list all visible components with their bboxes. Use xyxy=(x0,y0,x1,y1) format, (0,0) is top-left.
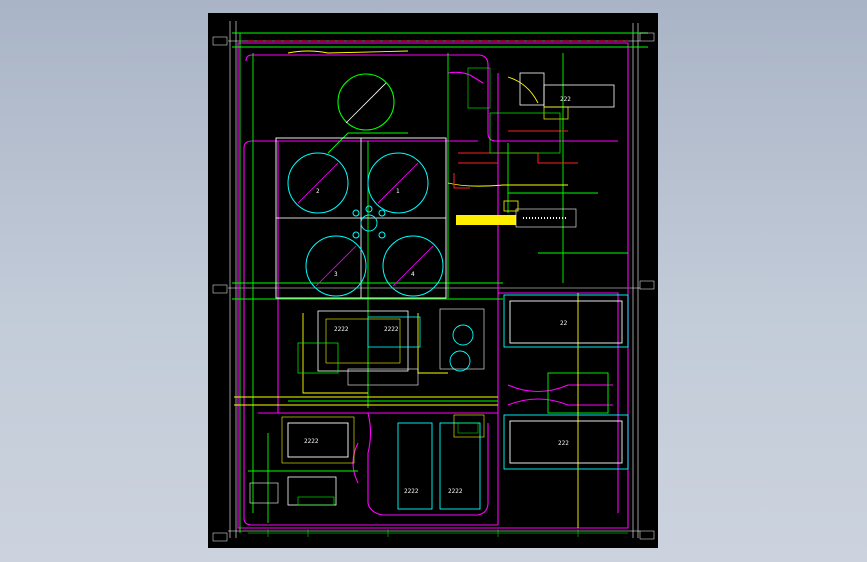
process-pipes-yellow xyxy=(234,50,579,528)
dimension-ticks xyxy=(248,529,628,537)
building-label: 222 xyxy=(560,96,571,103)
process-buildings xyxy=(297,308,485,386)
building-label: 2222 xyxy=(304,438,319,445)
top-tank xyxy=(337,73,395,131)
grid-bubbles xyxy=(212,32,655,542)
pool-label: 2222 xyxy=(384,326,399,333)
building-label: 222 xyxy=(558,440,569,447)
tank-label: 3 xyxy=(334,271,338,278)
drawing-sheet: 2 1 3 4 22 222 222 2222 2222 2222 2222 2… xyxy=(208,13,658,548)
process-pipes-red xyxy=(248,40,628,189)
pool-a xyxy=(397,422,433,510)
drawing-labels: 2 1 3 4 22 222 222 2222 2222 2222 2222 2… xyxy=(304,96,571,495)
tank-label: 4 xyxy=(411,271,415,278)
pool-label: 2222 xyxy=(404,488,419,495)
site-plan-drawing: 2 1 3 4 22 222 222 2222 2222 2222 2222 2… xyxy=(212,21,655,542)
pool-b xyxy=(439,422,481,510)
distribution-well xyxy=(360,214,378,232)
building-label: 22 xyxy=(560,320,568,327)
tank-label: 2 xyxy=(316,188,320,195)
pipe-rack-highlight xyxy=(456,200,577,228)
cad-viewport[interactable]: 2 1 3 4 22 222 222 2222 2222 2222 2222 2… xyxy=(0,0,867,562)
site-boundary xyxy=(237,42,629,529)
pool-label: 2222 xyxy=(334,326,349,333)
tank-label: 1 xyxy=(396,188,400,195)
clarifier-tanks xyxy=(275,73,447,299)
admin-buildings xyxy=(467,67,615,154)
pool-label: 2222 xyxy=(448,488,463,495)
